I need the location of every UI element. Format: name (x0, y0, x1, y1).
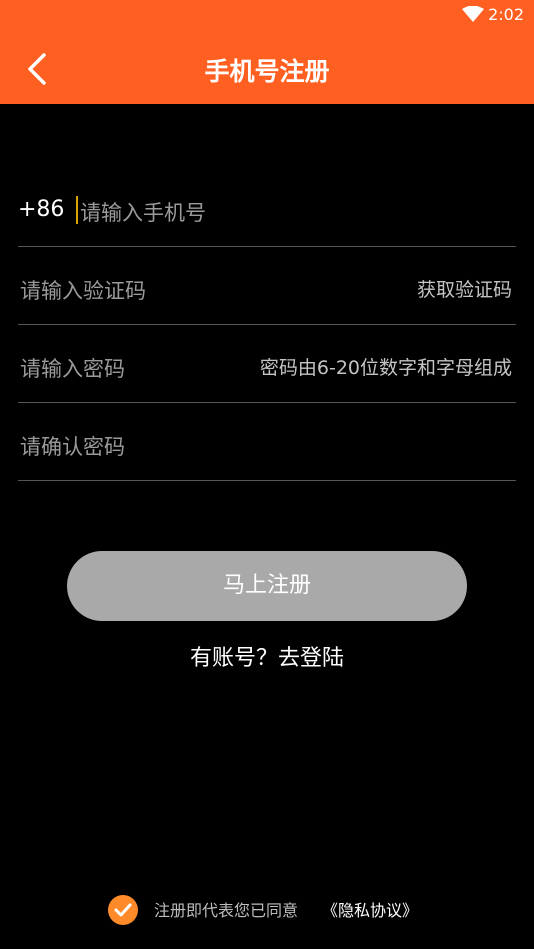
password-field[interactable]: 请输入密码 密码由6-20位数字和字母组成 (18, 325, 516, 403)
wifi-icon (462, 6, 484, 22)
app-bar: 手机号注册 (0, 30, 534, 104)
confirm-password-field[interactable]: 请确认密码 (18, 403, 516, 481)
text-caret (76, 196, 78, 224)
confirm-password-placeholder[interactable]: 请确认密码 (20, 431, 125, 461)
agreement-text: 注册即代表您已同意 (154, 901, 299, 920)
register-button[interactable]: 马上注册 (67, 551, 467, 621)
status-bar: 2:02 (0, 0, 534, 30)
verification-code-field[interactable]: 请输入验证码 获取验证码 (18, 247, 516, 325)
status-time: 2:02 (488, 5, 524, 24)
phone-input-placeholder[interactable]: 请输入手机号 (80, 197, 206, 227)
privacy-policy-link[interactable]: 《隐私协议》 (322, 897, 418, 921)
get-code-button[interactable]: 获取验证码 (417, 275, 512, 302)
login-link[interactable]: 有账号？去登陆 (0, 640, 534, 672)
page-title: 手机号注册 (204, 57, 330, 86)
agreement-row: 注册即代表您已同意 《隐私协议》 (108, 894, 438, 925)
agreement-checkbox[interactable] (108, 895, 138, 925)
country-code: +86 (18, 197, 65, 222)
code-input-placeholder[interactable]: 请输入验证码 (20, 275, 146, 305)
check-icon (114, 903, 132, 917)
password-input-placeholder[interactable]: 请输入密码 (20, 353, 125, 383)
phone-field[interactable]: +86 请输入手机号 (18, 169, 516, 247)
password-hint: 密码由6-20位数字和字母组成 (259, 357, 512, 379)
